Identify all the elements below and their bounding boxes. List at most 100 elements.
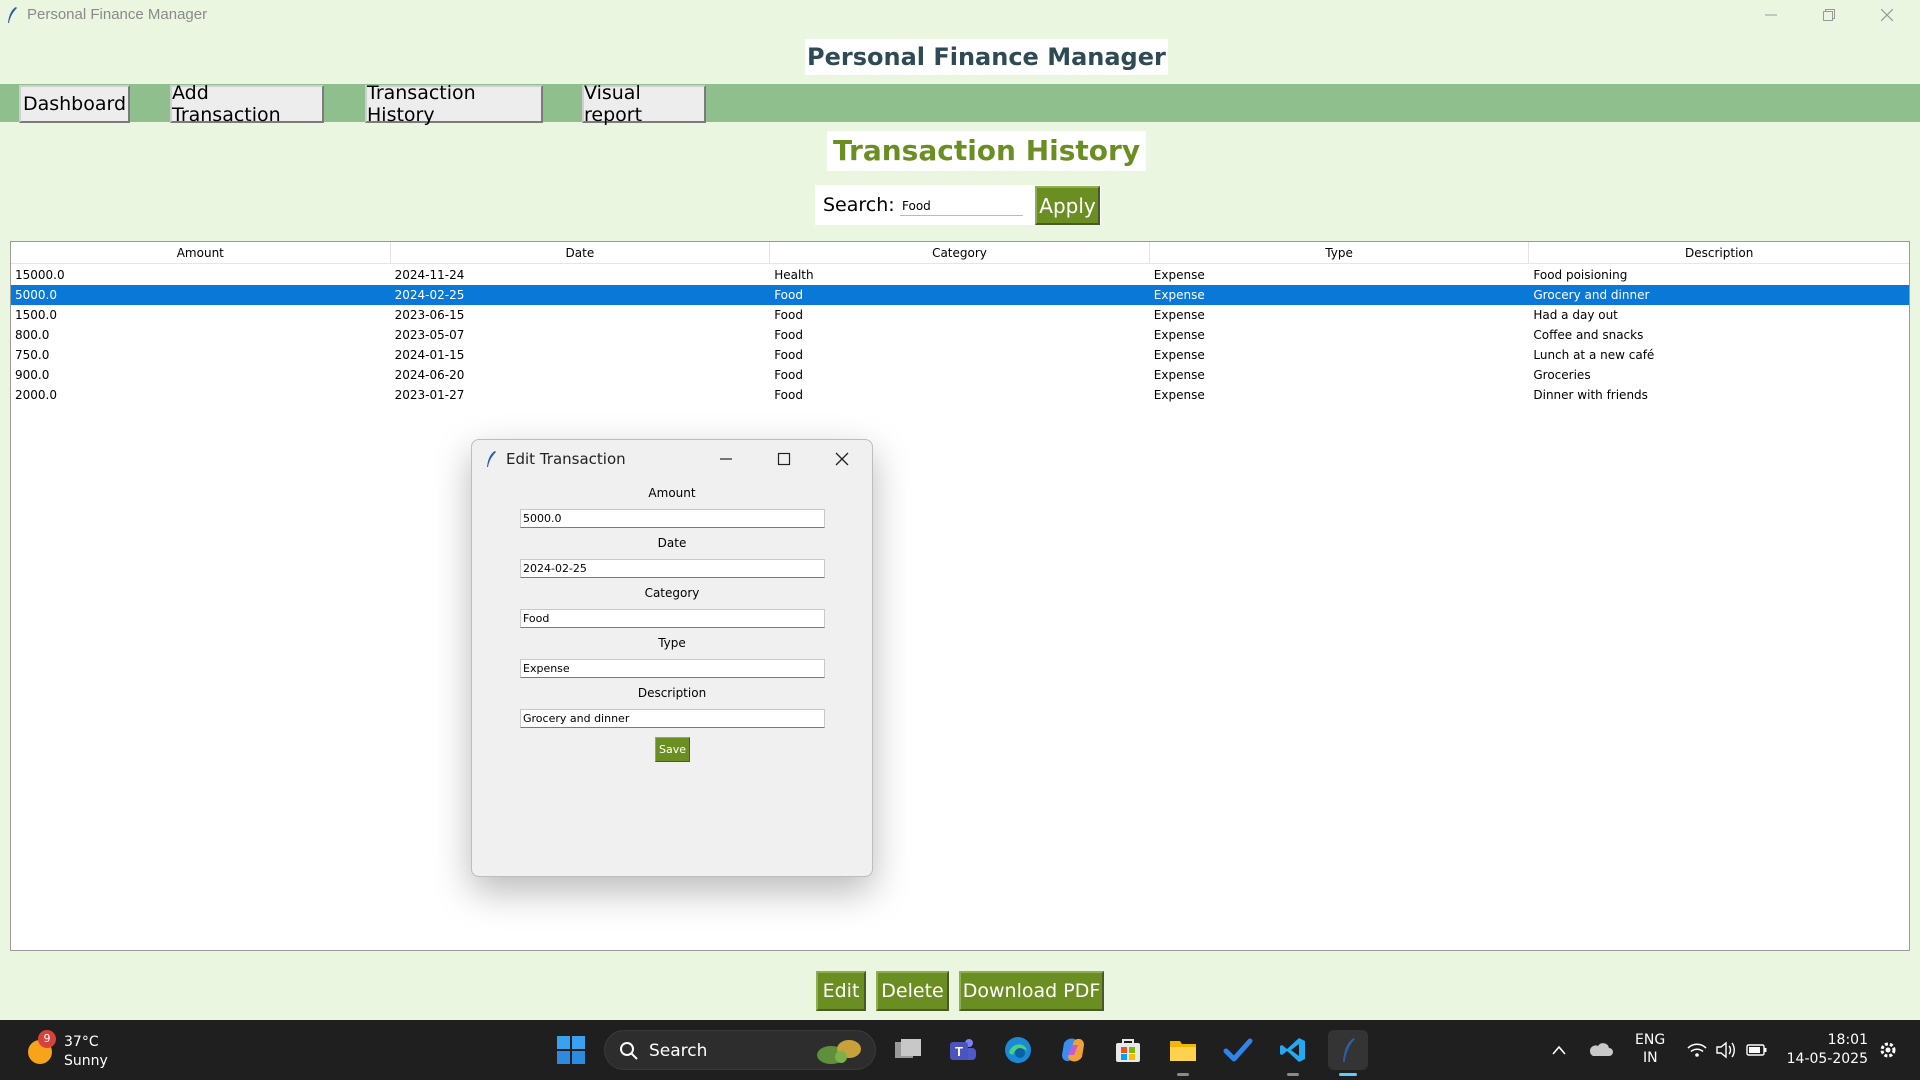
copilot-icon[interactable]	[1053, 1030, 1093, 1070]
cell-category: Food	[774, 308, 803, 322]
chevron-up-icon[interactable]	[1551, 1030, 1573, 1070]
dialog-maximize-button[interactable]	[769, 444, 799, 474]
task-view-icon[interactable]	[888, 1030, 928, 1070]
restore-button[interactable]	[1800, 0, 1858, 30]
battery-icon[interactable]	[1745, 1030, 1771, 1070]
table-row[interactable]: 800.0 2023-05-07 Food Expense Coffee and…	[11, 325, 1909, 345]
table-row[interactable]: 750.0 2024-01-15 Food Expense Lunch at a…	[11, 345, 1909, 365]
volume-icon[interactable]	[1715, 1030, 1739, 1070]
cell-type: Expense	[1153, 368, 1205, 382]
svg-text:T: T	[955, 1044, 963, 1059]
close-button[interactable]	[1858, 0, 1916, 30]
cell-date: 2024-11-24	[394, 268, 465, 282]
dialog-close-button[interactable]	[827, 444, 857, 474]
clock-date: 14-05-2025	[1786, 1051, 1868, 1067]
search-input[interactable]	[900, 196, 1023, 216]
close-icon	[1881, 9, 1893, 21]
amount-field[interactable]: 5000.0	[520, 509, 825, 528]
windows-logo-icon	[557, 1036, 585, 1064]
clock[interactable]: 18:01 14-05-2025	[1784, 1030, 1868, 1070]
cell-type: Expense	[1153, 308, 1205, 322]
delete-button[interactable]: Delete	[876, 971, 949, 1011]
restore-icon	[1823, 9, 1835, 21]
cell-amount: 2000.0	[15, 388, 57, 402]
table-header: Amount Date Category Type Description	[11, 242, 1909, 264]
notification-badge: 9	[38, 1030, 56, 1048]
weather-widget[interactable]: 9 37°C Sunny	[24, 1030, 124, 1070]
table-row[interactable]: 1500.0 2023-06-15 Food Expense Had a day…	[11, 305, 1909, 325]
nav-bar: Dashboard Add Transaction Transaction Hi…	[0, 82, 1920, 126]
app-heading: Personal Finance Manager	[805, 39, 1168, 75]
running-indicator	[1287, 1073, 1299, 1076]
cell-date: 2024-02-25	[394, 288, 465, 302]
language-indicator[interactable]: ENG IN	[1635, 1030, 1669, 1070]
table-row[interactable]: 15000.0 2024-11-24 Health Expense Food p…	[11, 265, 1909, 285]
table-row-selected[interactable]: 5000.0 2024-02-25 Food Expense Grocery a…	[11, 285, 1909, 305]
save-button[interactable]: Save	[655, 737, 690, 762]
cell-description: Groceries	[1533, 368, 1591, 382]
column-header-amount[interactable]: Amount	[11, 242, 391, 263]
cell-amount: 750.0	[15, 348, 50, 362]
cell-description: Coffee and snacks	[1533, 328, 1644, 342]
file-explorer-icon[interactable]	[1163, 1030, 1203, 1076]
apply-button[interactable]: Apply	[1035, 186, 1100, 225]
table-row[interactable]: 2000.0 2023-01-27 Food Expense Dinner wi…	[11, 385, 1909, 405]
column-header-date[interactable]: Date	[391, 242, 771, 263]
dialog-minimize-button[interactable]	[711, 444, 741, 474]
vscode-icon[interactable]	[1273, 1030, 1313, 1076]
download-pdf-button[interactable]: Download PDF	[959, 971, 1104, 1011]
minimize-button[interactable]	[1742, 0, 1800, 30]
weather-temperature: 37°C	[64, 1034, 99, 1050]
dialog-title: Edit Transaction	[506, 450, 626, 468]
cell-type: Expense	[1153, 268, 1205, 282]
settings-gear-icon[interactable]	[1877, 1030, 1903, 1070]
column-header-type[interactable]: Type	[1150, 242, 1530, 263]
cell-description: Lunch at a new café	[1533, 348, 1655, 362]
type-field[interactable]: Expense	[520, 659, 825, 678]
weather-condition: Sunny	[64, 1053, 108, 1069]
cell-category: Health	[774, 268, 814, 282]
python-app-icon[interactable]	[1328, 1030, 1368, 1076]
language-line2: IN	[1643, 1050, 1658, 1066]
wifi-icon[interactable]	[1686, 1030, 1710, 1070]
cell-amount: 800.0	[15, 328, 50, 342]
tab-dashboard[interactable]: Dashboard	[19, 85, 130, 123]
tab-add-transaction[interactable]: Add Transaction	[170, 82, 324, 126]
minimize-icon	[1765, 14, 1777, 16]
cell-description: Dinner with friends	[1533, 388, 1648, 402]
minimize-icon	[720, 458, 732, 460]
column-header-description[interactable]: Description	[1529, 242, 1909, 263]
table-row[interactable]: 900.0 2024-06-20 Food Expense Groceries	[11, 365, 1909, 385]
store-icon[interactable]	[1108, 1030, 1148, 1070]
search-highlight-icon	[817, 1040, 861, 1064]
date-field[interactable]: 2024-02-25	[520, 559, 825, 578]
todo-icon[interactable]	[1218, 1030, 1258, 1070]
amount-label: Amount	[648, 486, 696, 500]
cell-date: 2023-05-07	[394, 328, 465, 342]
edge-icon[interactable]	[998, 1030, 1038, 1070]
close-icon	[835, 452, 849, 466]
edit-button[interactable]: Edit	[816, 971, 866, 1011]
cell-category: Food	[774, 348, 803, 362]
description-field[interactable]: Grocery and dinner	[520, 709, 825, 728]
cell-category: Food	[774, 388, 803, 402]
taskbar-search-box[interactable]: Search	[604, 1030, 876, 1070]
tab-visual-report[interactable]: Visual report	[582, 82, 706, 126]
start-button[interactable]	[551, 1030, 591, 1070]
cell-description: Had a day out	[1533, 308, 1618, 322]
teams-icon[interactable]: T	[943, 1030, 983, 1070]
cell-category: Food	[774, 288, 803, 302]
dialog-titlebar[interactable]: Edit Transaction	[472, 440, 872, 478]
category-field[interactable]: Food	[520, 609, 825, 628]
column-header-category[interactable]: Category	[770, 242, 1150, 263]
language-line1: ENG	[1635, 1032, 1666, 1048]
cell-type: Expense	[1153, 388, 1205, 402]
tab-transaction-history[interactable]: Transaction History	[365, 82, 543, 126]
category-label: Category	[644, 586, 700, 600]
search-icon	[620, 1042, 638, 1060]
onedrive-icon[interactable]	[1588, 1030, 1618, 1070]
cell-amount: 15000.0	[15, 268, 65, 282]
cell-date: 2023-06-15	[394, 308, 465, 322]
cell-date: 2024-01-15	[394, 348, 465, 362]
cell-date: 2023-01-27	[394, 388, 465, 402]
